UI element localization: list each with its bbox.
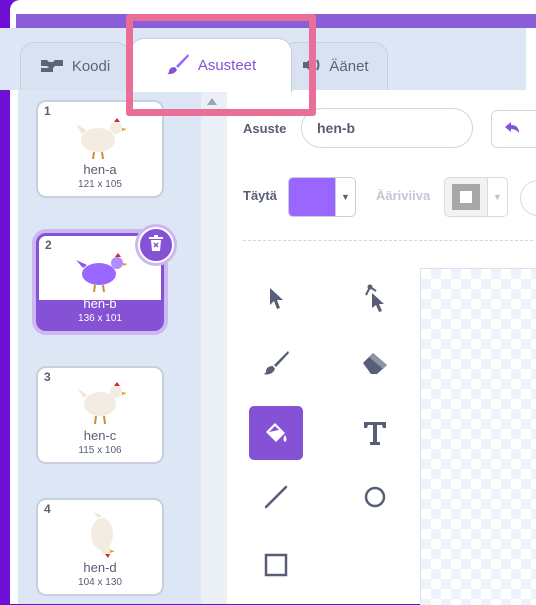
brush-tool[interactable] [249,336,303,390]
costume-number: 1 [44,104,51,118]
tab-code-label: Koodi [71,58,111,75]
costume-name: hen-a [83,162,117,177]
line-icon [264,485,288,509]
fill-dropdown[interactable]: ▼ [336,177,356,217]
rectangle-icon [264,553,288,577]
circle-tool[interactable] [348,470,402,524]
costume-name: hen-d [83,560,117,575]
fill-color-swatch[interactable] [288,177,336,217]
caret-down-icon: ▼ [341,192,350,202]
tab-highlight-annotation [126,14,316,116]
select-tool[interactable] [249,272,303,326]
costume-name-label: Asuste [243,121,287,136]
costume-size: 136 x 101 [78,313,122,324]
delete-costume-button[interactable] [138,227,174,263]
costume-number: 4 [44,502,51,516]
circle-icon [364,486,386,508]
costume-number: 2 [45,238,52,252]
brush-icon [263,351,289,375]
costume-name-input[interactable] [301,108,473,148]
outline-dropdown[interactable]: ▼ [488,177,508,217]
outline-color-swatch[interactable] [444,177,488,217]
undo-button[interactable] [491,110,536,148]
costume-size: 104 x 130 [78,577,122,588]
toolbar-divider [243,240,533,241]
costume-item[interactable]: 4 hen-d 104 x 130 [36,498,164,596]
select-icon [270,288,283,309]
costume-name: hen-b [83,296,117,311]
fill-icon [266,423,287,442]
tab-sounds-label: Äänet [329,58,369,75]
rectangle-tool[interactable] [249,538,303,592]
costume-size: 121 x 105 [78,179,122,190]
costume-name: hen-c [83,428,117,443]
eraser-icon [363,353,387,374]
undo-icon [503,121,521,142]
code-blocks-icon [40,57,64,77]
costume-list-scrollbar[interactable] [201,90,227,604]
eraser-tool[interactable] [348,336,402,390]
tab-code[interactable]: Koodi [20,42,130,90]
paint-canvas[interactable] [420,268,536,605]
hen-thumbnail-icon [91,512,115,558]
text-icon [364,422,386,445]
fill-label: Täytä [243,188,277,203]
outline-label: Ääriviiva [376,188,431,203]
costume-size: 115 x 106 [78,445,122,456]
trash-icon [148,234,164,257]
costume-item[interactable]: 3 hen-c 115 x 106 [36,366,164,464]
fill-tool[interactable] [249,406,303,460]
caret-down-icon: ▼ [493,192,502,202]
hen-thumbnail-icon [77,382,127,425]
reshape-tool[interactable] [348,272,402,326]
hen-thumbnail-icon [76,118,127,160]
reshape-icon [365,284,384,312]
line-tool[interactable] [249,470,303,524]
costume-number: 3 [44,370,51,384]
hen-thumbnail-icon [76,253,128,293]
text-tool[interactable] [348,406,402,460]
